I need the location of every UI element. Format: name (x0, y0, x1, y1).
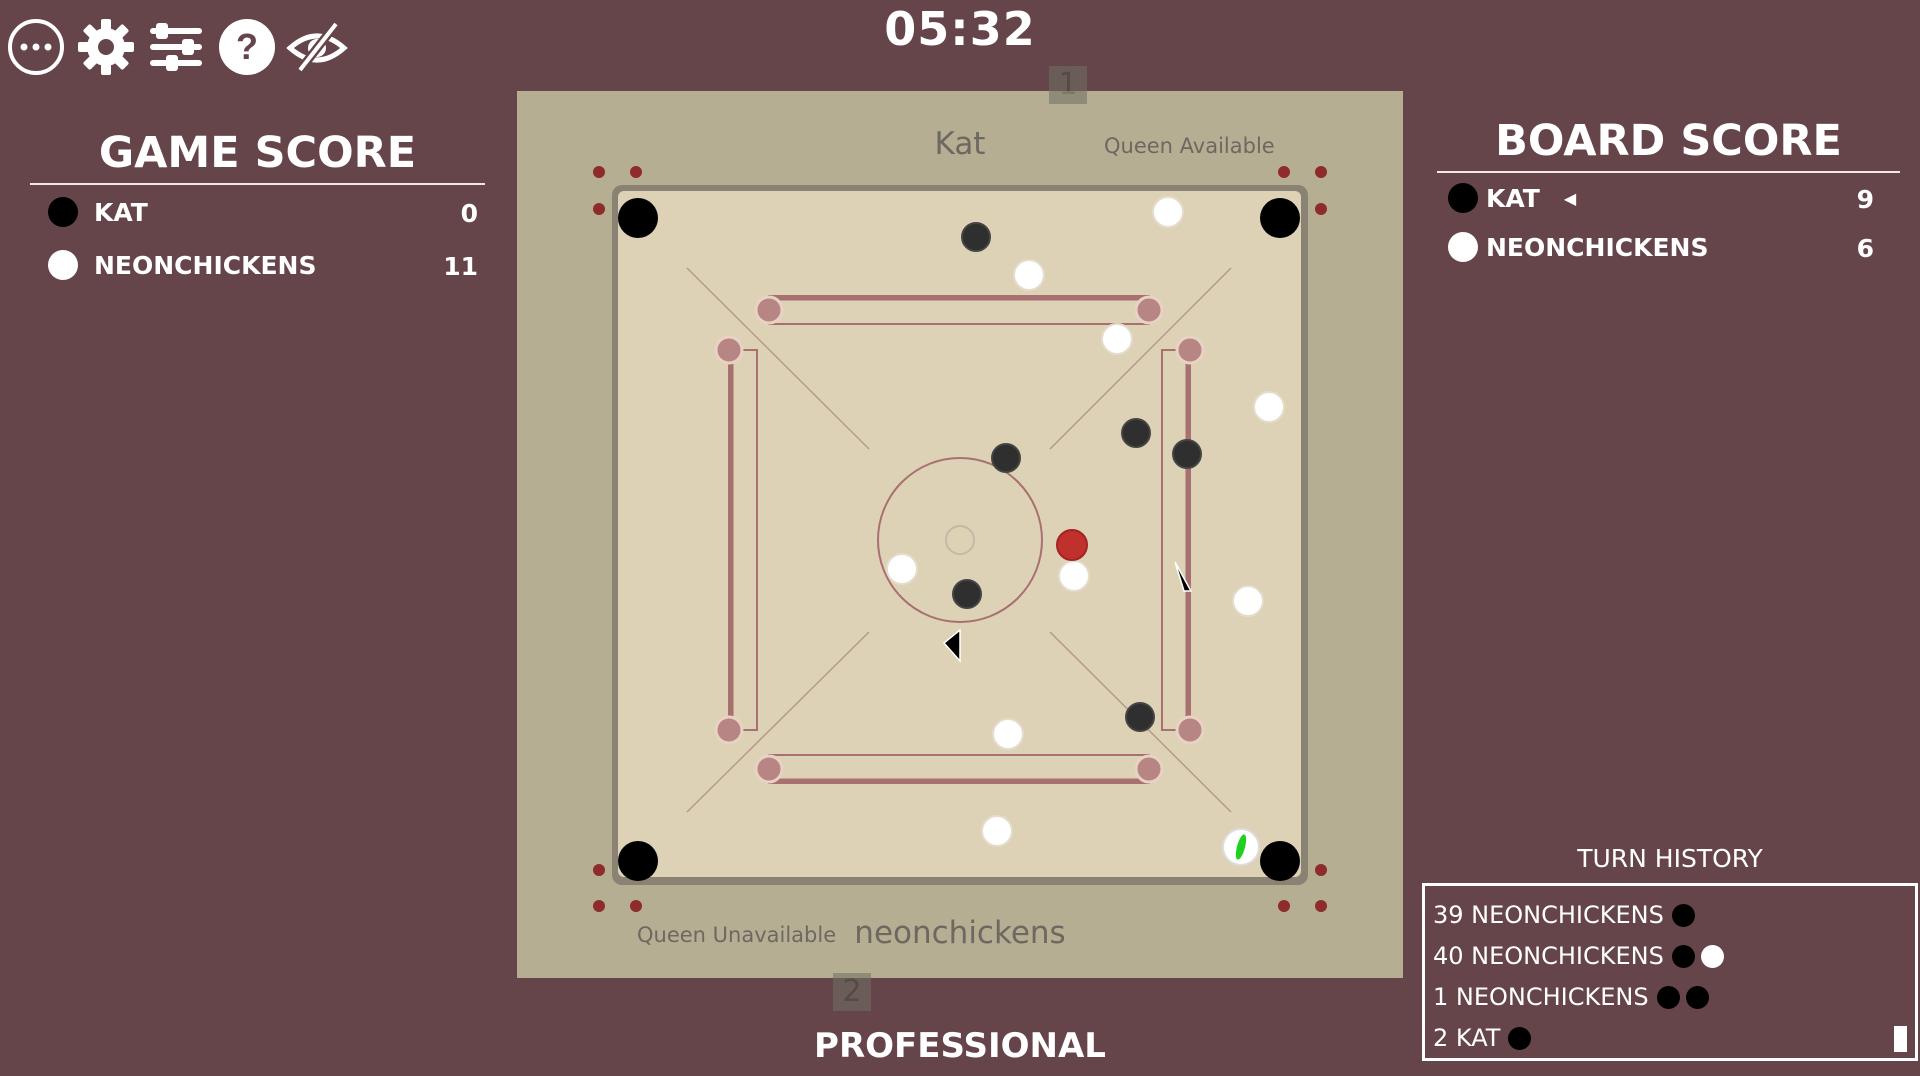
player-name: KAT (94, 197, 148, 227)
top-player-name: Kat (934, 126, 986, 162)
player-tab-top: 1 (1049, 66, 1087, 104)
hide-icon[interactable] (286, 16, 348, 78)
scrollbar-thumb[interactable] (1894, 1026, 1907, 1052)
game-score-divider (30, 183, 485, 185)
player-name: KAT (1486, 183, 1540, 213)
board-score-row-kat: KAT ◀ (1448, 183, 1576, 213)
carrom-board[interactable]: Kat Queen Available neonchickens Queen U… (517, 91, 1403, 978)
black-disc-icon (1671, 944, 1695, 968)
list-item: 2 KAT (1433, 1024, 1532, 1052)
board-surface[interactable] (517, 91, 1403, 978)
game-score-title: GAME SCORE (98, 128, 417, 178)
white-disc-icon (48, 250, 78, 280)
board-score-divider (1437, 171, 1900, 173)
player-score: 6 (1856, 234, 1874, 263)
black-disc-icon (48, 197, 78, 227)
turn-history-list[interactable]: 39 NEONCHICKENS 40 NEONCHICKENS 1 NEONCH… (1422, 883, 1918, 1061)
black-disc-icon (1508, 1026, 1532, 1050)
top-queen-status: Queen Available (1104, 134, 1275, 158)
player-score: 9 (1856, 185, 1874, 214)
black-disc-icon (1671, 903, 1695, 927)
svg-text:?: ? (236, 26, 258, 67)
player-name: NEONCHICKENS (1486, 232, 1709, 262)
turn-label: 40 NEONCHICKENS (1433, 942, 1664, 970)
white-disc-icon (1448, 232, 1478, 262)
game-score-row-neonchickens: NEONCHICKENS (48, 250, 316, 280)
black-disc-icon (1448, 183, 1478, 213)
board-score-title: BOARD SCORE (1495, 116, 1842, 166)
game-score-row-kat: KAT (48, 197, 148, 227)
active-turn-icon: ◀ (1563, 188, 1577, 208)
sliders-icon[interactable] (145, 16, 207, 78)
turn-label: 39 NEONCHICKENS (1433, 901, 1664, 929)
player-score: 11 (443, 252, 478, 281)
turn-history-title: TURN HISTORY (1577, 844, 1763, 873)
more-icon[interactable] (5, 16, 67, 78)
turn-label: 1 NEONCHICKENS (1433, 983, 1649, 1011)
game-timer: 05:32 (884, 2, 1036, 56)
gear-icon[interactable] (75, 16, 137, 78)
list-item: 1 NEONCHICKENS (1433, 983, 1709, 1011)
board-score-row-neonchickens: NEONCHICKENS (1448, 232, 1708, 262)
help-icon[interactable]: ? (216, 16, 278, 78)
bottom-queen-status: Queen Unavailable (637, 923, 837, 947)
player-tab-bottom: 2 (833, 973, 871, 1011)
game-mode-label: PROFESSIONAL (814, 1026, 1106, 1066)
player-name: NEONCHICKENS (94, 250, 317, 280)
turn-label: 2 KAT (1433, 1024, 1501, 1052)
black-disc-icon (1656, 985, 1680, 1009)
bottom-player-name: neonchickens (854, 915, 1066, 951)
list-item: 39 NEONCHICKENS (1433, 901, 1695, 929)
list-item: 40 NEONCHICKENS (1433, 942, 1724, 970)
player-score: 0 (460, 199, 478, 228)
black-disc-icon (1685, 985, 1709, 1009)
white-disc-icon (1700, 944, 1724, 968)
